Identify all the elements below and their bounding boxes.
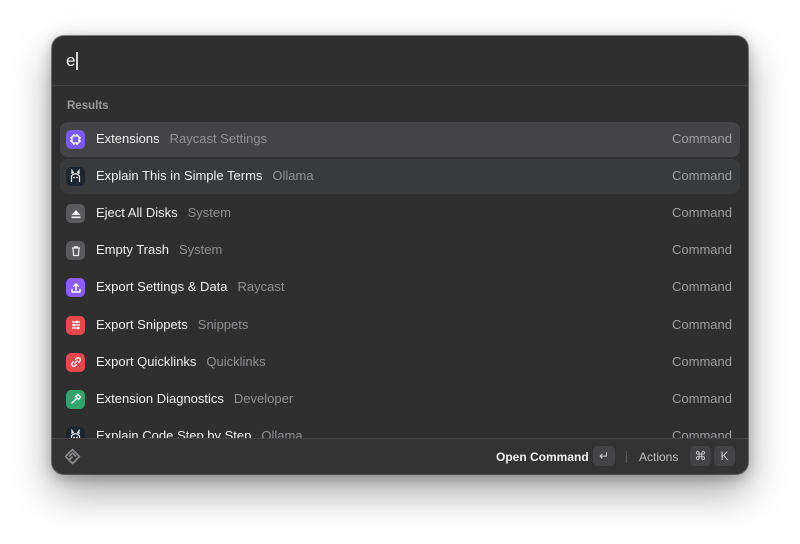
result-title-group: Extensions Raycast Settings bbox=[96, 131, 267, 146]
result-title: Eject All Disks bbox=[96, 205, 178, 221]
search-input-value: e bbox=[66, 51, 76, 70]
search-bar[interactable]: e bbox=[52, 36, 748, 86]
result-title: Extension Diagnostics bbox=[96, 390, 224, 406]
result-row[interactable]: Export Snippets Snippets Command bbox=[60, 308, 740, 343]
result-type-label: Command bbox=[672, 205, 732, 221]
result-title: Export Quicklinks bbox=[96, 353, 197, 369]
result-title-group: Export Quicklinks Quicklinks bbox=[96, 354, 266, 369]
footer-divider bbox=[626, 451, 627, 463]
results-section-title: Results bbox=[67, 100, 109, 112]
link-icon bbox=[66, 352, 85, 372]
result-subtitle: Ollama bbox=[261, 427, 303, 438]
result-title-group: Explain Code Step by Step Ollama bbox=[96, 428, 303, 438]
results-list[interactable]: Extensions Raycast Settings Command Explain… bbox=[52, 120, 748, 438]
result-row[interactable]: Export Settings & Data Raycast Command bbox=[60, 270, 740, 305]
result-title-group: Explain This in Simple Terms Ollama bbox=[96, 168, 314, 183]
result-subtitle: Snippets bbox=[197, 316, 249, 332]
result-title: Export Snippets bbox=[96, 316, 188, 332]
result-subtitle: Raycast bbox=[237, 279, 285, 295]
result-type-label: Command bbox=[672, 131, 732, 146]
snippets-icon bbox=[66, 315, 85, 335]
ollama-icon bbox=[66, 167, 85, 187]
raycast-logo-icon[interactable] bbox=[64, 448, 81, 465]
text-caret bbox=[76, 52, 78, 70]
hammer-icon bbox=[66, 389, 85, 409]
result-type-label: Command bbox=[672, 168, 732, 184]
launcher-window: e Results Extensions Raycast Settings Comm… bbox=[52, 36, 748, 474]
result-type-label: Command bbox=[672, 242, 732, 258]
open-command-action[interactable]: Open Command bbox=[496, 450, 589, 464]
result-subtitle: System bbox=[178, 242, 223, 258]
trash-icon bbox=[66, 241, 85, 261]
export-icon bbox=[66, 278, 85, 298]
result-type-label: Command bbox=[672, 316, 732, 332]
k-key-badge: K bbox=[714, 446, 735, 466]
result-type-label: Command bbox=[672, 427, 732, 438]
result-subtitle: Quicklinks bbox=[206, 353, 266, 369]
result-title: Empty Trash bbox=[96, 242, 169, 258]
result-title-group: Eject All Disks System bbox=[96, 205, 231, 220]
action-bar: Open Command ↵ Actions ⌘ K bbox=[52, 438, 748, 474]
result-row[interactable]: Export Quicklinks Quicklinks Command bbox=[60, 345, 740, 380]
result-row[interactable]: Extension Diagnostics Developer Command bbox=[60, 382, 740, 417]
eject-icon bbox=[66, 204, 85, 224]
result-type-label: Command bbox=[672, 279, 732, 295]
extensions-icon bbox=[66, 130, 85, 149]
search-input[interactable]: e bbox=[66, 50, 78, 72]
result-subtitle: System bbox=[187, 205, 231, 221]
actions-button[interactable]: Actions bbox=[639, 450, 678, 464]
result-type-label: Command bbox=[672, 390, 732, 406]
result-row[interactable]: Eject All Disks System Command bbox=[60, 196, 740, 231]
result-row[interactable]: Empty Trash System Command bbox=[60, 233, 740, 268]
result-subtitle: Raycast Settings bbox=[169, 131, 268, 146]
result-title-group: Export Snippets Snippets bbox=[96, 317, 248, 332]
result-title: Explain This in Simple Terms bbox=[96, 168, 263, 184]
result-row[interactable]: Explain This in Simple Terms Ollama Comman… bbox=[60, 159, 740, 195]
result-title: Explain Code Step by Step bbox=[96, 427, 252, 438]
result-row[interactable]: Extensions Raycast Settings Command bbox=[60, 122, 740, 157]
result-title: Extensions bbox=[96, 131, 160, 146]
result-title: Export Settings & Data bbox=[96, 279, 228, 295]
result-type-label: Command bbox=[672, 353, 732, 369]
result-title-group: Empty Trash System bbox=[96, 242, 222, 257]
ollama-icon bbox=[66, 426, 85, 438]
result-title-group: Export Settings & Data Raycast bbox=[96, 279, 284, 294]
result-row[interactable]: Explain Code Step by Step Ollama Command bbox=[60, 419, 740, 438]
enter-key-badge: ↵ bbox=[593, 446, 615, 466]
result-subtitle: Ollama bbox=[272, 168, 314, 184]
command-key-badge: ⌘ bbox=[690, 446, 711, 466]
result-title-group: Extension Diagnostics Developer bbox=[96, 391, 293, 406]
result-subtitle: Developer bbox=[233, 390, 294, 406]
